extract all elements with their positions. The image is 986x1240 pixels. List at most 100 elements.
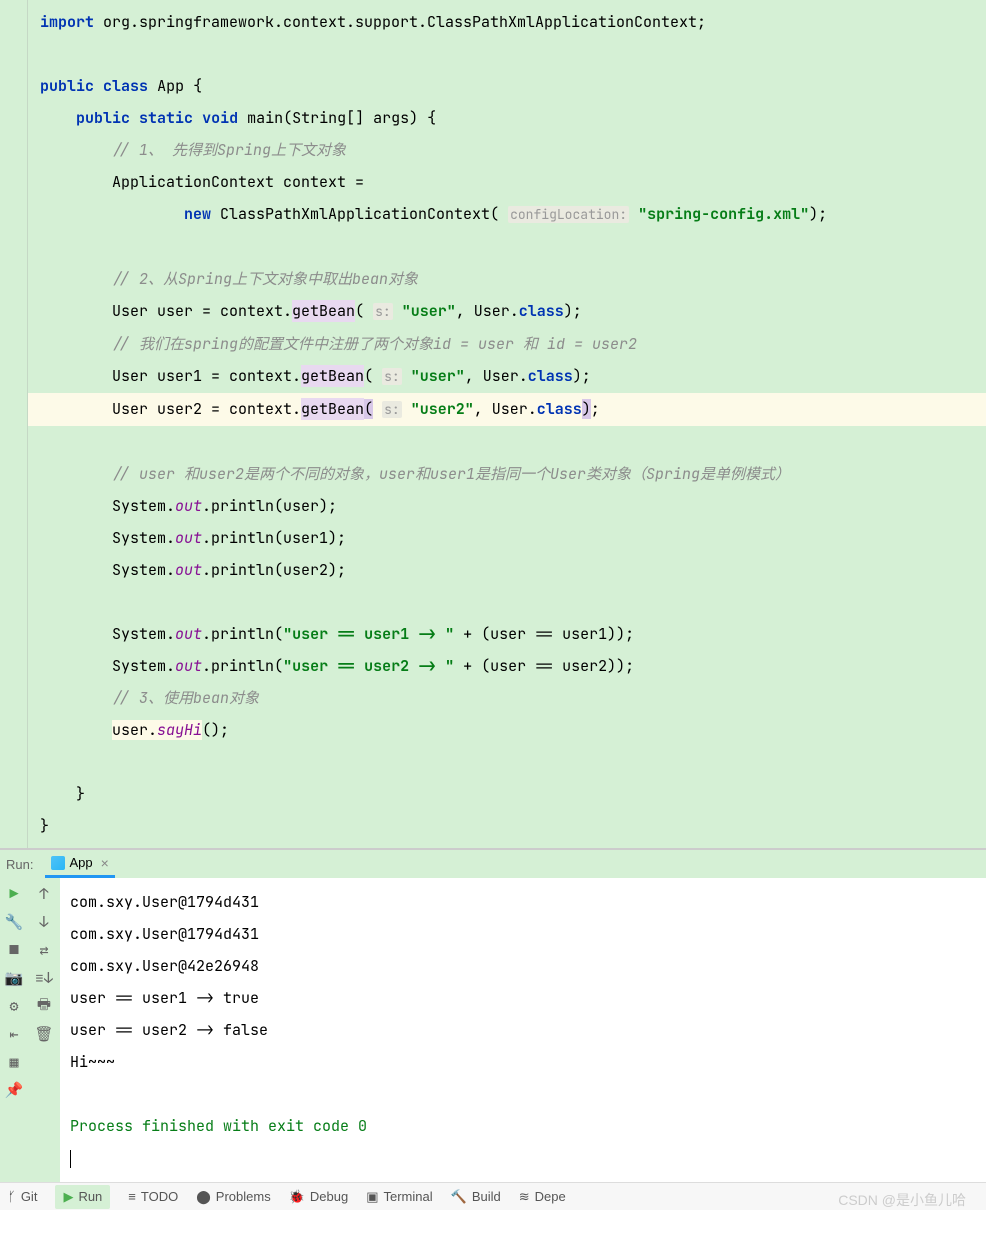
stmt: , User.	[456, 301, 519, 321]
build-tab[interactable]: 🔨 Build	[451, 1189, 501, 1205]
comment: // user 和user2是两个不同的对象，user和user1是指同一个Us…	[112, 464, 790, 484]
method-call: getBean	[301, 365, 364, 387]
label: Problems	[216, 1189, 271, 1204]
debug-tab[interactable]: 🐞Debug	[289, 1189, 349, 1205]
method-call: getBean	[301, 398, 364, 420]
label: Build	[472, 1189, 501, 1204]
console-line: user == user2 -> false	[70, 1014, 976, 1046]
scroll-icon[interactable]: ≡↓	[36, 970, 52, 986]
wrap-icon[interactable]: ⇄	[36, 942, 52, 958]
punct: (	[355, 301, 364, 321]
bug-icon: 🐞	[289, 1189, 305, 1205]
code-editor[interactable]: import org.springframework.context.suppo…	[0, 0, 986, 848]
stmt: , User.	[474, 399, 537, 419]
gutter	[0, 0, 28, 848]
label: Git	[21, 1189, 38, 1204]
param-hint: s:	[382, 401, 402, 418]
kw: public	[76, 108, 130, 128]
up-arrow-icon[interactable]: ↑	[36, 886, 52, 902]
tab-title: App	[69, 855, 92, 870]
branch-icon: ᚶ	[8, 1189, 16, 1204]
punct: ();	[202, 720, 229, 740]
todo-tab[interactable]: ≡ TODO	[128, 1189, 178, 1204]
comment: // 3、使用bean对象	[112, 688, 259, 708]
kw: class	[537, 399, 582, 419]
stmt: User user1 = context.	[112, 366, 301, 386]
print-icon[interactable]: 🖶	[36, 998, 52, 1014]
close-icon[interactable]: ×	[101, 855, 109, 871]
kw: public	[40, 76, 94, 96]
string: "spring-config.xml"	[638, 204, 809, 224]
label: Run	[78, 1189, 102, 1204]
camera-icon[interactable]: 📷	[6, 970, 22, 986]
kw: new	[184, 204, 211, 224]
exit-icon[interactable]: ⇤	[6, 1026, 22, 1042]
exit-message: Process finished with exit code 0	[70, 1110, 976, 1142]
comment: // 2、从Spring上下文对象中取出bean对象	[112, 269, 418, 289]
cursor	[70, 1150, 71, 1168]
kw-import: import	[40, 12, 94, 32]
brace: }	[40, 816, 49, 836]
punct: );	[573, 366, 591, 386]
string: "user"	[411, 366, 465, 386]
git-tab[interactable]: ᚶ Git	[8, 1189, 37, 1204]
kw: class	[103, 76, 148, 96]
comment: // 1、 先得到Spring上下文对象	[112, 140, 346, 160]
stack-icon: ≋	[519, 1189, 530, 1205]
console-line: com.sxy.User@1794d431	[70, 918, 976, 950]
string: "user2"	[411, 399, 474, 419]
hammer-icon: 🔨	[451, 1189, 467, 1205]
console-line: user == user1 -> true	[70, 982, 976, 1014]
param-hint: s:	[382, 368, 402, 385]
method-sig: main(String[] args) {	[247, 108, 436, 128]
settings-icon[interactable]: ⚙	[6, 998, 22, 1014]
deps-tab[interactable]: ≋Depe	[519, 1189, 566, 1205]
method-call: sayHi	[157, 720, 202, 740]
run-tab-bottom[interactable]: ▶Run	[55, 1185, 110, 1209]
run-label: Run:	[6, 857, 33, 872]
run-panel: Run: App × ▶ 🔧 ■ 📷 ⚙ ⇤ ▦ 📌 ↑ ↓ ⇄ ≡↓ 🖶 🗑 …	[0, 848, 986, 1182]
down-arrow-icon[interactable]: ↓	[36, 914, 52, 930]
stmt: System.	[112, 656, 175, 676]
field: out	[175, 624, 202, 644]
param-hint: configLocation:	[508, 206, 629, 223]
stmt: .println(user1);	[202, 528, 346, 548]
terminal-icon: ▣	[366, 1189, 378, 1205]
problems-tab[interactable]: ⬤Problems	[196, 1189, 270, 1205]
stmt: + (user == user2));	[454, 656, 634, 676]
console-line: com.sxy.User@1794d431	[70, 886, 976, 918]
field: out	[175, 496, 202, 516]
terminal-tab[interactable]: ▣ Terminal	[366, 1189, 432, 1205]
pin-icon[interactable]: 📌	[6, 1082, 22, 1098]
stmt: , User.	[465, 366, 528, 386]
list-icon: ≡	[128, 1189, 136, 1204]
punct: (	[364, 399, 373, 419]
run-toolbar-left: ▶ 🔧 ■ 📷 ⚙ ⇤ ▦ 📌	[0, 878, 28, 1182]
stmt: + (user == user1));	[454, 624, 634, 644]
import-path: org.springframework.context.support.Clas…	[103, 12, 706, 32]
stmt: System.	[112, 560, 175, 580]
console-output[interactable]: com.sxy.User@1794d431 com.sxy.User@1794d…	[60, 878, 986, 1182]
label: TODO	[141, 1189, 178, 1204]
app-icon	[51, 856, 65, 870]
stmt: .println(	[202, 656, 283, 676]
stmt: User user2 = context.	[112, 399, 301, 419]
watermark: CSDN @是小鱼儿哈	[838, 1190, 966, 1210]
layout-icon[interactable]: ▦	[6, 1054, 22, 1070]
stmt: user.	[112, 720, 157, 740]
field: out	[175, 528, 202, 548]
stmt: System.	[112, 624, 175, 644]
stmt: .println(user);	[202, 496, 337, 516]
trash-icon[interactable]: 🗑	[36, 1026, 52, 1042]
run-toolbar-right: ↑ ↓ ⇄ ≡↓ 🖶 🗑	[28, 878, 60, 1182]
stop-icon[interactable]: ■	[6, 942, 22, 958]
play-icon[interactable]: ▶	[6, 886, 22, 902]
kw: class	[528, 366, 573, 386]
run-tab[interactable]: App ×	[45, 850, 114, 878]
param-hint: s:	[373, 303, 393, 320]
punct: );	[809, 204, 827, 224]
label: Terminal	[384, 1189, 433, 1204]
punct: (	[364, 366, 373, 386]
wrench-icon[interactable]: 🔧	[6, 914, 22, 930]
stmt: User user = context.	[112, 301, 292, 321]
